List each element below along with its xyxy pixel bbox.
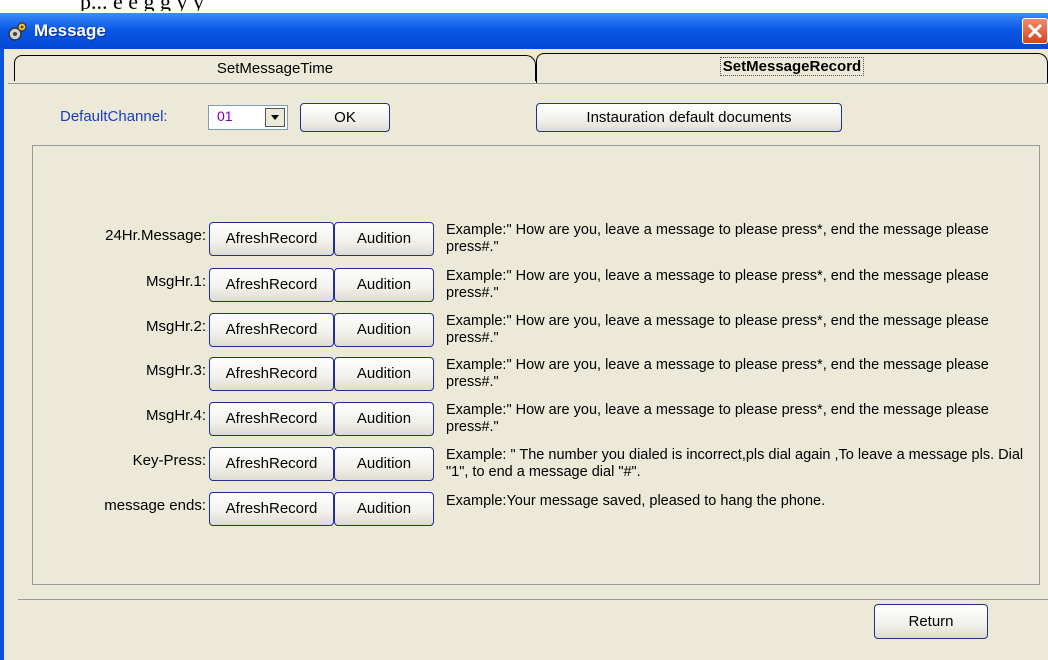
afresh-record-button[interactable]: AfreshRecord bbox=[209, 268, 334, 302]
tab-set-message-record-label: SetMessageRecord bbox=[719, 57, 865, 76]
audition-button[interactable]: Audition bbox=[334, 268, 434, 302]
row-label-message-ends: message ends: bbox=[104, 497, 206, 514]
example-text: Example:" How are you, leave a message t… bbox=[446, 402, 989, 435]
example-text: Example:" How are you, leave a message t… bbox=[446, 222, 989, 255]
message-window: Message SetMessageTime SetMessageRecord … bbox=[0, 13, 1048, 660]
return-button[interactable]: Return bbox=[874, 604, 988, 639]
close-button[interactable] bbox=[1022, 18, 1048, 44]
divider bbox=[18, 599, 1048, 600]
afresh-record-button[interactable]: AfreshRecord bbox=[209, 313, 334, 347]
default-channel-label: DefaultChannel: bbox=[60, 108, 168, 125]
afresh-record-button[interactable]: AfreshRecord bbox=[209, 222, 334, 256]
row-label-msghr-3: MsgHr.3: bbox=[145, 362, 206, 379]
background-document-text: p... e e g g y y bbox=[80, 0, 1048, 11]
row-label-msghr-1: MsgHr.1: bbox=[145, 273, 206, 290]
example-text: Example:Your message saved, pleased to h… bbox=[446, 493, 826, 509]
afresh-record-button[interactable]: AfreshRecord bbox=[209, 357, 334, 391]
afresh-record-button[interactable]: AfreshRecord bbox=[209, 492, 334, 526]
title-bar[interactable]: Message bbox=[0, 13, 1048, 49]
audition-button[interactable]: Audition bbox=[334, 492, 434, 526]
example-text: Example: " The number you dialed is inco… bbox=[446, 447, 1024, 480]
tab-set-message-time[interactable]: SetMessageTime bbox=[14, 55, 536, 81]
row-label-msghr-4: MsgHr.4: bbox=[145, 407, 206, 424]
example-text: Example:" How are you, leave a message t… bbox=[446, 357, 989, 390]
afresh-record-button[interactable]: AfreshRecord bbox=[209, 402, 334, 436]
channel-value: 01 bbox=[217, 108, 233, 124]
restore-defaults-button[interactable]: Instauration default documents bbox=[536, 103, 842, 132]
audition-button[interactable]: Audition bbox=[334, 222, 434, 256]
row-label-key-press: Key-Press: bbox=[132, 452, 206, 469]
chevron-down-icon bbox=[271, 115, 279, 120]
audition-button[interactable]: Audition bbox=[334, 357, 434, 391]
audition-button[interactable]: Audition bbox=[334, 313, 434, 347]
row-label-24hr-message: 24Hr.Message: bbox=[105, 227, 206, 244]
channel-select[interactable]: 01 bbox=[208, 105, 288, 130]
example-text: Example:" How are you, leave a message t… bbox=[446, 313, 989, 346]
window-title: Message bbox=[34, 21, 106, 40]
close-icon bbox=[1027, 23, 1043, 39]
afresh-record-button[interactable]: AfreshRecord bbox=[209, 447, 334, 481]
tab-set-message-record[interactable]: SetMessageRecord bbox=[536, 53, 1048, 83]
ok-button[interactable]: OK bbox=[300, 103, 390, 132]
example-text: Example:" How are you, leave a message t… bbox=[446, 268, 989, 301]
client-area: SetMessageTime SetMessageRecord DefaultC… bbox=[4, 49, 1048, 660]
audition-button[interactable]: Audition bbox=[334, 447, 434, 481]
tab-bar: SetMessageTime SetMessageRecord bbox=[14, 53, 1048, 83]
row-label-msghr-2: MsgHr.2: bbox=[145, 318, 206, 335]
channel-dropdown-button[interactable] bbox=[265, 108, 285, 127]
gears-icon bbox=[8, 22, 27, 41]
audition-button[interactable]: Audition bbox=[334, 402, 434, 436]
